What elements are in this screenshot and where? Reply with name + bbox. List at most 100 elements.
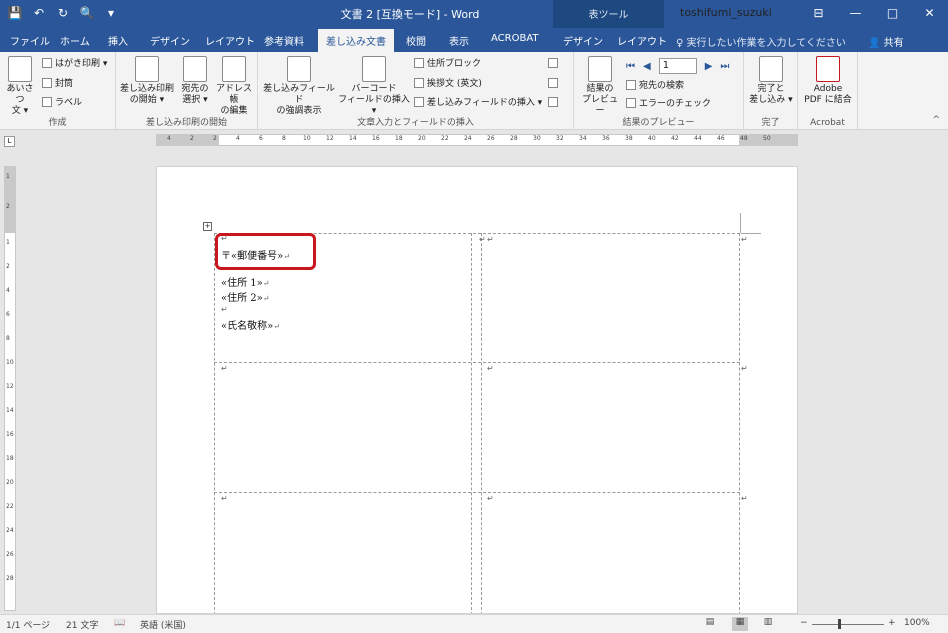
tab-mailings[interactable]: 差し込み文書 — [318, 29, 394, 52]
barcode-field-button[interactable]: バーコード フィールドの挿入 ▾ — [338, 56, 410, 117]
rules-icon — [548, 58, 558, 68]
cell-end-mark: ↵ — [487, 494, 494, 503]
ruler-tick: 12 — [326, 135, 334, 142]
merge-to-pdf-button[interactable]: Adobe PDF に結合 — [802, 56, 854, 106]
ribbon-display-icon[interactable]: ⊟ — [800, 0, 837, 28]
previous-record-icon[interactable]: ◀ — [643, 61, 651, 72]
postcard-icon — [42, 58, 52, 68]
greeting-line-button[interactable]: 挨拶文 (英文) — [414, 78, 482, 90]
finish-merge-button[interactable]: 完了と 差し込み ▾ — [748, 56, 794, 106]
preview-results-label-2: プレビュー — [581, 95, 618, 116]
collapse-ribbon-icon[interactable]: ^ — [932, 115, 940, 125]
table-border — [214, 362, 740, 363]
ruler-tick: 10 — [6, 359, 14, 366]
zoom-slider[interactable] — [812, 624, 884, 625]
select-recipients-label-2: 選択 ▾ — [182, 95, 208, 105]
ruler-tick: 20 — [418, 135, 426, 142]
match-fields-button[interactable] — [548, 78, 561, 90]
tab-design[interactable]: デザイン — [150, 33, 190, 48]
edit-recipients-button[interactable]: アドレス帳 の編集 — [214, 56, 254, 117]
address-block-label: 住所ブロック — [427, 59, 482, 69]
table-move-handle[interactable]: + — [203, 222, 212, 231]
adobe-pdf-icon — [816, 56, 840, 82]
highlight-fields-button[interactable]: 差し込みフィールド の強調表示 — [262, 56, 336, 117]
zoom-in-icon[interactable]: + — [888, 618, 896, 628]
close-icon[interactable]: ✕ — [911, 0, 948, 28]
rules-button[interactable] — [548, 58, 561, 70]
cell-end-mark: ↵ — [487, 235, 494, 244]
envelope-button[interactable]: 封筒 — [42, 78, 73, 90]
ruler-tick: 26 — [487, 135, 495, 142]
group-create-label: 作成 — [48, 118, 67, 128]
tab-file[interactable]: ファイル — [10, 33, 50, 48]
tab-review[interactable]: 校閲 — [406, 33, 426, 48]
paragraph-mark: ↵ — [221, 305, 228, 314]
user-name[interactable]: toshifumi_suzuki — [680, 6, 772, 19]
preview-results-button[interactable]: 結果の プレビュー — [578, 56, 622, 117]
ruler-tick: 16 — [372, 135, 380, 142]
first-record-icon[interactable]: ⏮ — [626, 61, 635, 72]
next-record-icon[interactable]: ▶ — [705, 61, 713, 72]
web-layout-icon[interactable]: ▥ — [760, 617, 776, 631]
word-count[interactable]: 21 文字 — [66, 618, 98, 631]
barcode-icon — [362, 56, 386, 82]
table-border — [471, 233, 472, 613]
find-recipient-button[interactable]: 宛先の検索 — [626, 80, 684, 92]
tab-acrobat[interactable]: ACROBAT — [491, 33, 539, 44]
update-labels-button[interactable] — [548, 97, 561, 109]
labels-button[interactable]: ラベル — [42, 97, 82, 109]
share-button[interactable]: 👤 共有 — [868, 34, 904, 49]
name-field[interactable]: «氏名敬称»↵ — [221, 317, 280, 332]
page-count[interactable]: 1/1 ページ — [6, 618, 50, 631]
read-mode-icon[interactable]: ▤ — [702, 617, 718, 631]
customize-qat-icon[interactable]: ▾ — [102, 4, 120, 22]
ruler-tick: 12 — [6, 383, 14, 390]
zoom-slider-thumb[interactable] — [838, 619, 841, 629]
vertical-ruler[interactable]: 1 2 1 2 4 6 8 10 12 14 16 18 20 22 24 26… — [4, 166, 16, 611]
print-layout-icon[interactable]: ▦ — [732, 617, 748, 631]
print-preview-icon[interactable]: 🔍 — [78, 4, 96, 22]
ruler-tick: 2 — [213, 135, 217, 142]
check-errors-button[interactable]: エラーのチェック — [626, 98, 711, 110]
horizontal-ruler[interactable]: 4 2 2 4 6 8 10 12 14 16 18 20 22 24 26 2… — [156, 134, 798, 146]
tab-selector[interactable]: L — [4, 136, 15, 147]
recipients-icon — [183, 56, 207, 82]
proofing-icon[interactable]: 📖 — [114, 618, 125, 628]
ruler-tick: 20 — [6, 479, 14, 486]
record-number-input[interactable]: 1 — [658, 58, 697, 74]
language-indicator[interactable]: 英語 (米国) — [140, 618, 186, 631]
undo-icon[interactable]: ↶ — [30, 4, 48, 22]
address1-field[interactable]: «住所 1»↵ — [221, 274, 269, 289]
check-errors-label: エラーのチェック — [639, 99, 712, 109]
greeting-button[interactable]: あいさつ 文 ▾ — [4, 56, 36, 117]
tab-table-layout[interactable]: レイアウト — [617, 33, 667, 48]
redo-icon[interactable]: ↻ — [54, 4, 72, 22]
select-recipients-button[interactable]: 宛先の 選択 ▾ — [178, 56, 212, 106]
address-block-button[interactable]: 住所ブロック — [414, 58, 481, 70]
tab-insert[interactable]: 挿入 — [108, 33, 128, 48]
document-page[interactable]: + ↵ 〒«郵便番号»↵ «住所 1»↵ «住所 2»↵ ↵ «氏名敬称»↵ ↵… — [156, 166, 798, 614]
zoom-out-icon[interactable]: − — [800, 618, 808, 628]
tab-references[interactable]: 参考資料 — [264, 33, 304, 48]
ruler-tick: 1 — [6, 239, 10, 246]
start-merge-label-2: の開始 ▾ — [129, 95, 165, 105]
insert-field-button[interactable]: 差し込みフィールドの挿入 ▾ — [414, 97, 542, 109]
tab-view[interactable]: 表示 — [449, 33, 469, 48]
ruler-tick: 32 — [556, 135, 564, 142]
ruler-tick: 24 — [464, 135, 472, 142]
save-icon[interactable]: 💾 — [6, 4, 24, 22]
tell-me-box[interactable]: ♀ 実行したい作業を入力してください — [676, 34, 846, 49]
postcard-button[interactable]: はがき印刷 ▾ — [42, 58, 107, 70]
zoom-level[interactable]: 100% — [904, 618, 930, 628]
minimize-icon[interactable]: — — [837, 0, 874, 28]
ribbon-mailings: あいさつ 文 ▾ はがき印刷 ▾ 封筒 ラベル 作成 差し込み印刷 の開始 ▾ … — [0, 52, 948, 130]
tab-home[interactable]: ホーム — [60, 33, 90, 48]
address2-text: «住所 2» — [221, 293, 263, 304]
row-end-mark: ↵ — [741, 235, 748, 244]
tab-table-design[interactable]: デザイン — [563, 33, 603, 48]
start-merge-button[interactable]: 差し込み印刷 の開始 ▾ — [120, 56, 174, 106]
tab-layout[interactable]: レイアウト — [205, 33, 255, 48]
maximize-icon[interactable]: □ — [874, 0, 911, 28]
last-record-icon[interactable]: ⏭ — [720, 61, 729, 72]
address2-field[interactable]: «住所 2»↵ — [221, 289, 269, 304]
